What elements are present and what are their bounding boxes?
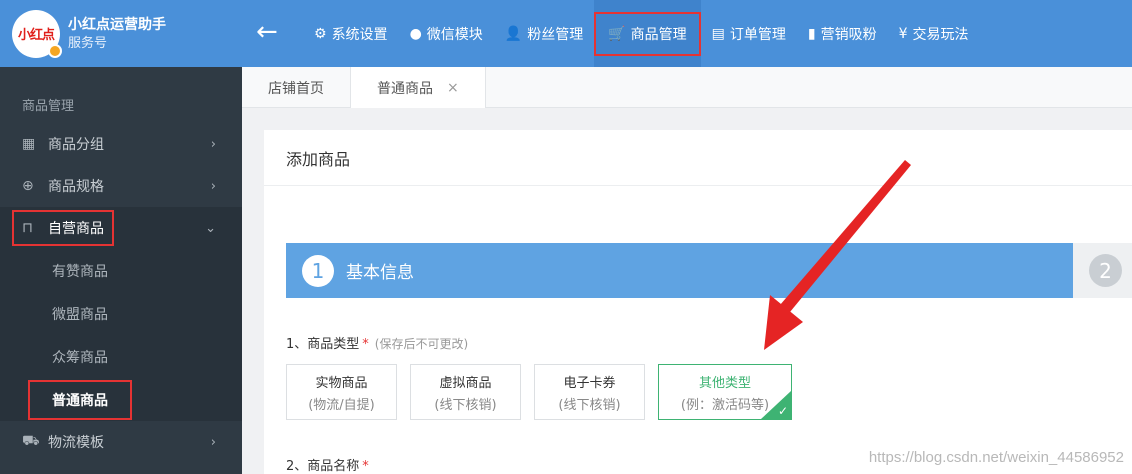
brand: 小红点 小红点运营助手 服务号 <box>0 0 242 67</box>
close-icon[interactable]: × <box>447 80 459 96</box>
sidebar: 商品管理 ▦ 商品分组 › ⊕ 商品规格 › ⊓ 自营商品 ⌄ 有赞商品 微盟商… <box>0 67 242 474</box>
chevron-right-icon: › <box>210 136 216 152</box>
step-two: 2 <box>1073 243 1132 298</box>
checkmark-icon: ✓ <box>777 404 788 418</box>
highlight-box: 🛒 商品管理 <box>594 11 701 56</box>
type-title: 实物商品 <box>315 375 368 391</box>
tab-label: 店铺首页 <box>268 80 324 97</box>
nav-label: 粉丝管理 <box>527 26 584 43</box>
type-title: 其他类型 <box>698 375 751 391</box>
coin-icon: ¥ <box>898 25 908 42</box>
plus-circle-icon: ⊕ <box>22 178 34 194</box>
top-navbar: 小红点 小红点运营助手 服务号 ← ⚙ 系统设置 ● 微信模块 👤 粉丝管理 🛒 商品管… <box>0 0 1132 67</box>
required-mark: * <box>362 459 369 474</box>
nav-system-settings[interactable]: ⚙ 系统设置 <box>303 0 399 67</box>
nav-order-management[interactable]: ▤ 订单管理 <box>701 0 797 67</box>
label-text: 1、商品类型 <box>286 337 360 352</box>
type-subtitle: (物流/自提) <box>308 397 375 413</box>
watermark: https://blog.csdn.net/weixin_44586952 <box>868 449 1124 466</box>
sidebar-item-product-spec[interactable]: ⊕ 商品规格 › <box>0 165 242 207</box>
brand-name: 小红点运营助手 <box>68 16 166 33</box>
user-icon: 👤 <box>504 25 523 42</box>
brand-type: 服务号 <box>68 35 108 51</box>
tab-store-home[interactable]: 店铺首页 <box>242 67 351 108</box>
field-product-type-label: 1、商品类型 * (保存后不可更改) <box>286 333 468 352</box>
chat-icon: ● <box>409 25 422 42</box>
main-nav: ⚙ 系统设置 ● 微信模块 👤 粉丝管理 🛒 商品管理 ▤ 订单管理 ▮ 营销吸粉 ¥ 交易玩… <box>303 0 980 67</box>
nav-marketing[interactable]: ▮ 营销吸粉 <box>797 0 888 67</box>
sidebar-subitem-youzan[interactable]: 有赞商品 <box>0 249 242 292</box>
sidebar-item-logistics[interactable]: ⛟ 物流模板 › <box>0 421 242 463</box>
back-arrow-icon[interactable]: ← <box>256 18 284 46</box>
nav-label: 订单管理 <box>729 26 786 43</box>
required-mark: * <box>362 337 369 352</box>
bag-icon: ⊓ <box>22 220 33 236</box>
nav-trade-play[interactable]: ¥ 交易玩法 <box>888 0 980 67</box>
page-title: 添加商品 <box>264 130 1132 186</box>
nav-label: 营销吸粉 <box>820 26 877 43</box>
gear-icon: ⚙ <box>314 25 327 42</box>
label-text: 2、商品名称 <box>286 459 360 474</box>
page-tabs: 店铺首页 普通商品 × <box>242 67 1132 108</box>
chevron-right-icon: › <box>210 434 216 450</box>
sidebar-item-label: 自营商品 <box>48 221 104 237</box>
type-subtitle: (线下核销) <box>434 397 497 413</box>
chevron-down-icon: ⌄ <box>205 220 216 236</box>
sidebar-subitem-crowdfunding[interactable]: 众筹商品 <box>0 335 242 378</box>
sidebar-subitem-normal[interactable]: 普通商品 <box>0 378 242 421</box>
bar-chart-icon: ▮ <box>807 25 816 42</box>
sidebar-item-self-products[interactable]: ⊓ 自营商品 ⌄ <box>0 207 242 249</box>
field-product-name-label: 2、商品名称 * <box>286 455 369 474</box>
grid-icon: ▦ <box>22 136 36 152</box>
tab-normal-products[interactable]: 普通商品 × <box>351 67 486 108</box>
field-hint: (保存后不可更改) <box>374 337 469 351</box>
nav-wechat-module[interactable]: ● 微信模块 <box>399 0 494 67</box>
type-option-other[interactable]: 其他类型 (例：激活码等) ✓ <box>658 364 792 420</box>
type-title: 虚拟商品 <box>439 375 492 391</box>
nav-fans-management[interactable]: 👤 粉丝管理 <box>494 0 594 67</box>
chevron-right-icon: › <box>210 178 216 194</box>
type-title: 电子卡券 <box>563 375 616 391</box>
sidebar-item-label: 商品规格 <box>48 179 104 195</box>
document-icon: ▤ <box>711 25 725 42</box>
nav-label: 交易玩法 <box>912 26 969 43</box>
type-option-ecard[interactable]: 电子卡券 (线下核销) <box>534 364 645 420</box>
step-label: 基本信息 <box>346 263 414 283</box>
truck-icon: ⛟ <box>22 433 40 449</box>
sidebar-item-label: 商品分组 <box>48 137 104 153</box>
nav-label: 微信模块 <box>426 26 483 43</box>
sidebar-subitem-weimeng[interactable]: 微盟商品 <box>0 292 242 335</box>
highlight-box: ⊓ 自营商品 <box>12 210 114 246</box>
sidebar-item-label: 物流模板 <box>48 435 104 451</box>
nav-product-management[interactable]: 🛒 商品管理 <box>594 0 701 67</box>
sidebar-heading: 商品管理 <box>22 99 75 114</box>
step-basic-info: 1 基本信息 <box>286 243 1073 298</box>
logo-text: 小红点 <box>17 28 55 43</box>
product-type-options: 实物商品 (物流/自提) 虚拟商品 (线下核销) 电子卡券 (线下核销) 其他类… <box>286 364 805 420</box>
type-option-physical[interactable]: 实物商品 (物流/自提) <box>286 364 397 420</box>
verified-badge-icon <box>48 43 62 58</box>
step-number: 1 <box>302 254 334 287</box>
cart-icon: 🛒 <box>608 25 626 42</box>
sidebar-item-product-group[interactable]: ▦ 商品分组 › <box>0 123 242 165</box>
nav-label: 商品管理 <box>630 26 687 43</box>
step-number: 2 <box>1089 254 1122 287</box>
type-subtitle: (线下核销) <box>558 397 621 413</box>
nav-label: 系统设置 <box>331 26 388 43</box>
type-subtitle: (例：激活码等) <box>680 397 770 413</box>
type-option-virtual[interactable]: 虚拟商品 (线下核销) <box>410 364 521 420</box>
tab-label: 普通商品 <box>377 80 433 97</box>
highlight-box: 普通商品 <box>28 379 132 420</box>
add-product-panel: 添加商品 1 基本信息 2 1、商品类型 * (保存后不可更改) 实物商品 (物流/… <box>264 130 1132 474</box>
brand-logo: 小红点 <box>12 9 62 58</box>
